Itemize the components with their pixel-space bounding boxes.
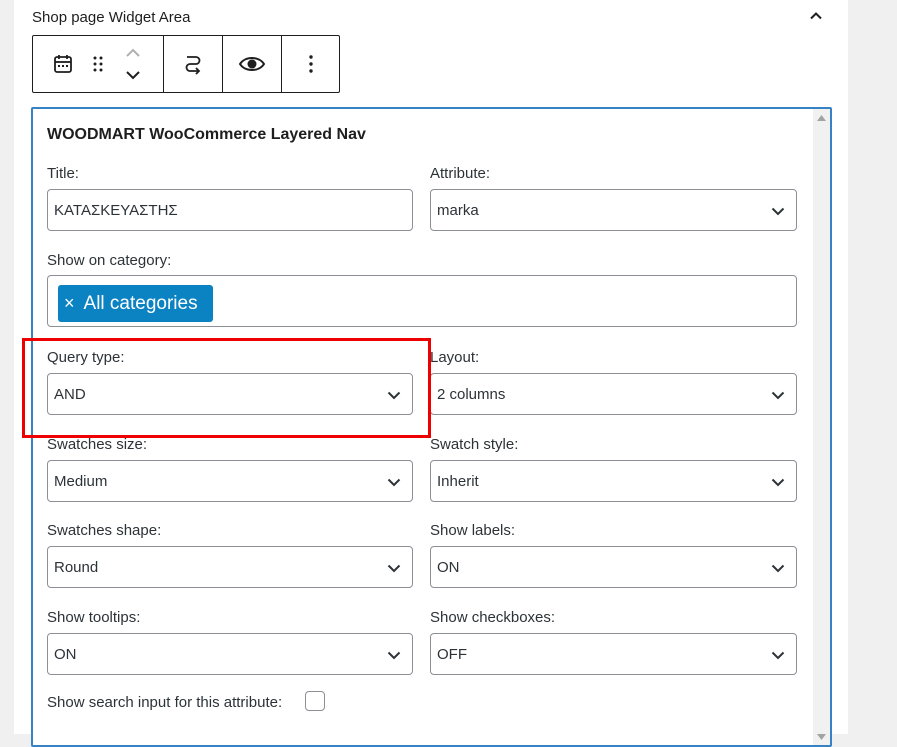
mover-group (113, 36, 153, 92)
chevron-down-icon (771, 651, 785, 660)
scroll-up-arrow-icon (817, 114, 826, 121)
collapse-button[interactable] (804, 4, 828, 28)
legacy-widget-icon (185, 56, 201, 75)
scroll-down-arrow-icon (817, 733, 826, 740)
attribute-select-value: marka (437, 201, 479, 219)
swatches-shape-select-value: Round (54, 558, 99, 576)
title-label: Title: (47, 165, 79, 182)
query-type-select[interactable]: AND (47, 373, 413, 415)
layout-select-value: 2 columns (437, 385, 506, 403)
show-search-input-label: Show search input for this attribute: (47, 694, 283, 711)
title-input[interactable]: ΚΑΤΑΣΚΕΥΑΣΤΗΣ (47, 189, 413, 231)
block-toolbar-group-preview (223, 36, 282, 92)
calendar-icon (54, 55, 72, 73)
layout-select[interactable]: 2 columns (430, 373, 797, 415)
swatches-size-select-value: Medium (54, 472, 108, 490)
swatch-style-label: Swatch style: (430, 436, 519, 453)
swatches-size-select[interactable]: Medium (47, 460, 413, 502)
block-type-button[interactable] (43, 44, 83, 84)
swatches-size-label: Swatches size: (47, 436, 148, 453)
attribute-label: Attribute: (430, 165, 491, 182)
show-tooltips-label: Show tooltips: (47, 609, 141, 626)
block-toolbar (32, 35, 340, 93)
chevron-down-icon (126, 71, 140, 80)
scrollbar[interactable] (813, 109, 830, 745)
scroll-up-button[interactable] (813, 109, 830, 126)
show-checkboxes-select-value: OFF (437, 645, 467, 663)
swatches-shape-select[interactable]: Round (47, 546, 413, 588)
drag-handle-icon (93, 56, 103, 72)
chevron-down-icon (771, 478, 785, 487)
block-toolbar-group-more (282, 36, 339, 92)
widget-area-title: Shop page Widget Area (32, 9, 191, 26)
chevron-down-icon (771, 207, 785, 216)
show-checkboxes-select[interactable]: OFF (430, 633, 797, 675)
eye-icon (238, 57, 266, 71)
show-labels-label: Show labels: (430, 522, 516, 539)
query-type-select-value: AND (54, 385, 86, 403)
chevron-down-icon (387, 651, 401, 660)
chip-remove-button[interactable]: × (64, 293, 75, 314)
swatch-style-select[interactable]: Inherit (430, 460, 797, 502)
show-tooltips-select-value: ON (54, 645, 77, 663)
chevron-down-icon (771, 391, 785, 400)
chevron-down-icon (387, 478, 401, 487)
more-vertical-icon (308, 55, 313, 73)
drag-handle-button[interactable] (83, 44, 113, 84)
block-toolbar-group-main (33, 36, 164, 92)
scroll-down-button[interactable] (813, 728, 830, 745)
title-input-value: ΚΑΤΑΣΚΕΥΑΣΤΗΣ (54, 201, 178, 219)
category-multiselect[interactable]: × All categories (47, 275, 797, 327)
swatch-style-select-value: Inherit (437, 472, 479, 490)
chevron-up-icon (126, 48, 140, 57)
query-type-label: Query type: (47, 349, 125, 366)
show-tooltips-select[interactable]: ON (47, 633, 413, 675)
show-labels-select[interactable]: ON (430, 546, 797, 588)
attribute-select[interactable]: marka (430, 189, 797, 231)
widget-block: WOODMART WooCommerce Layered Nav Title: … (31, 107, 832, 747)
chevron-down-icon (387, 391, 401, 400)
category-chip: × All categories (58, 285, 213, 322)
swatches-shape-label: Swatches shape: (47, 522, 162, 539)
widget-title: WOODMART WooCommerce Layered Nav (47, 126, 366, 143)
show-on-category-label: Show on category: (47, 252, 172, 269)
move-down-button[interactable] (118, 64, 148, 86)
transform-button[interactable] (173, 44, 213, 84)
more-options-button[interactable] (293, 44, 329, 84)
show-labels-select-value: ON (437, 558, 460, 576)
show-checkboxes-label: Show checkboxes: (430, 609, 556, 626)
show-search-input-checkbox[interactable] (305, 691, 325, 711)
block-toolbar-group-transform (164, 36, 223, 92)
chevron-up-icon (810, 12, 822, 20)
category-chip-label: All categories (83, 292, 198, 314)
chevron-down-icon (771, 564, 785, 573)
move-up-button[interactable] (118, 42, 148, 64)
chevron-down-icon (387, 564, 401, 573)
layout-label: Layout: (430, 349, 480, 366)
preview-button[interactable] (232, 44, 272, 84)
